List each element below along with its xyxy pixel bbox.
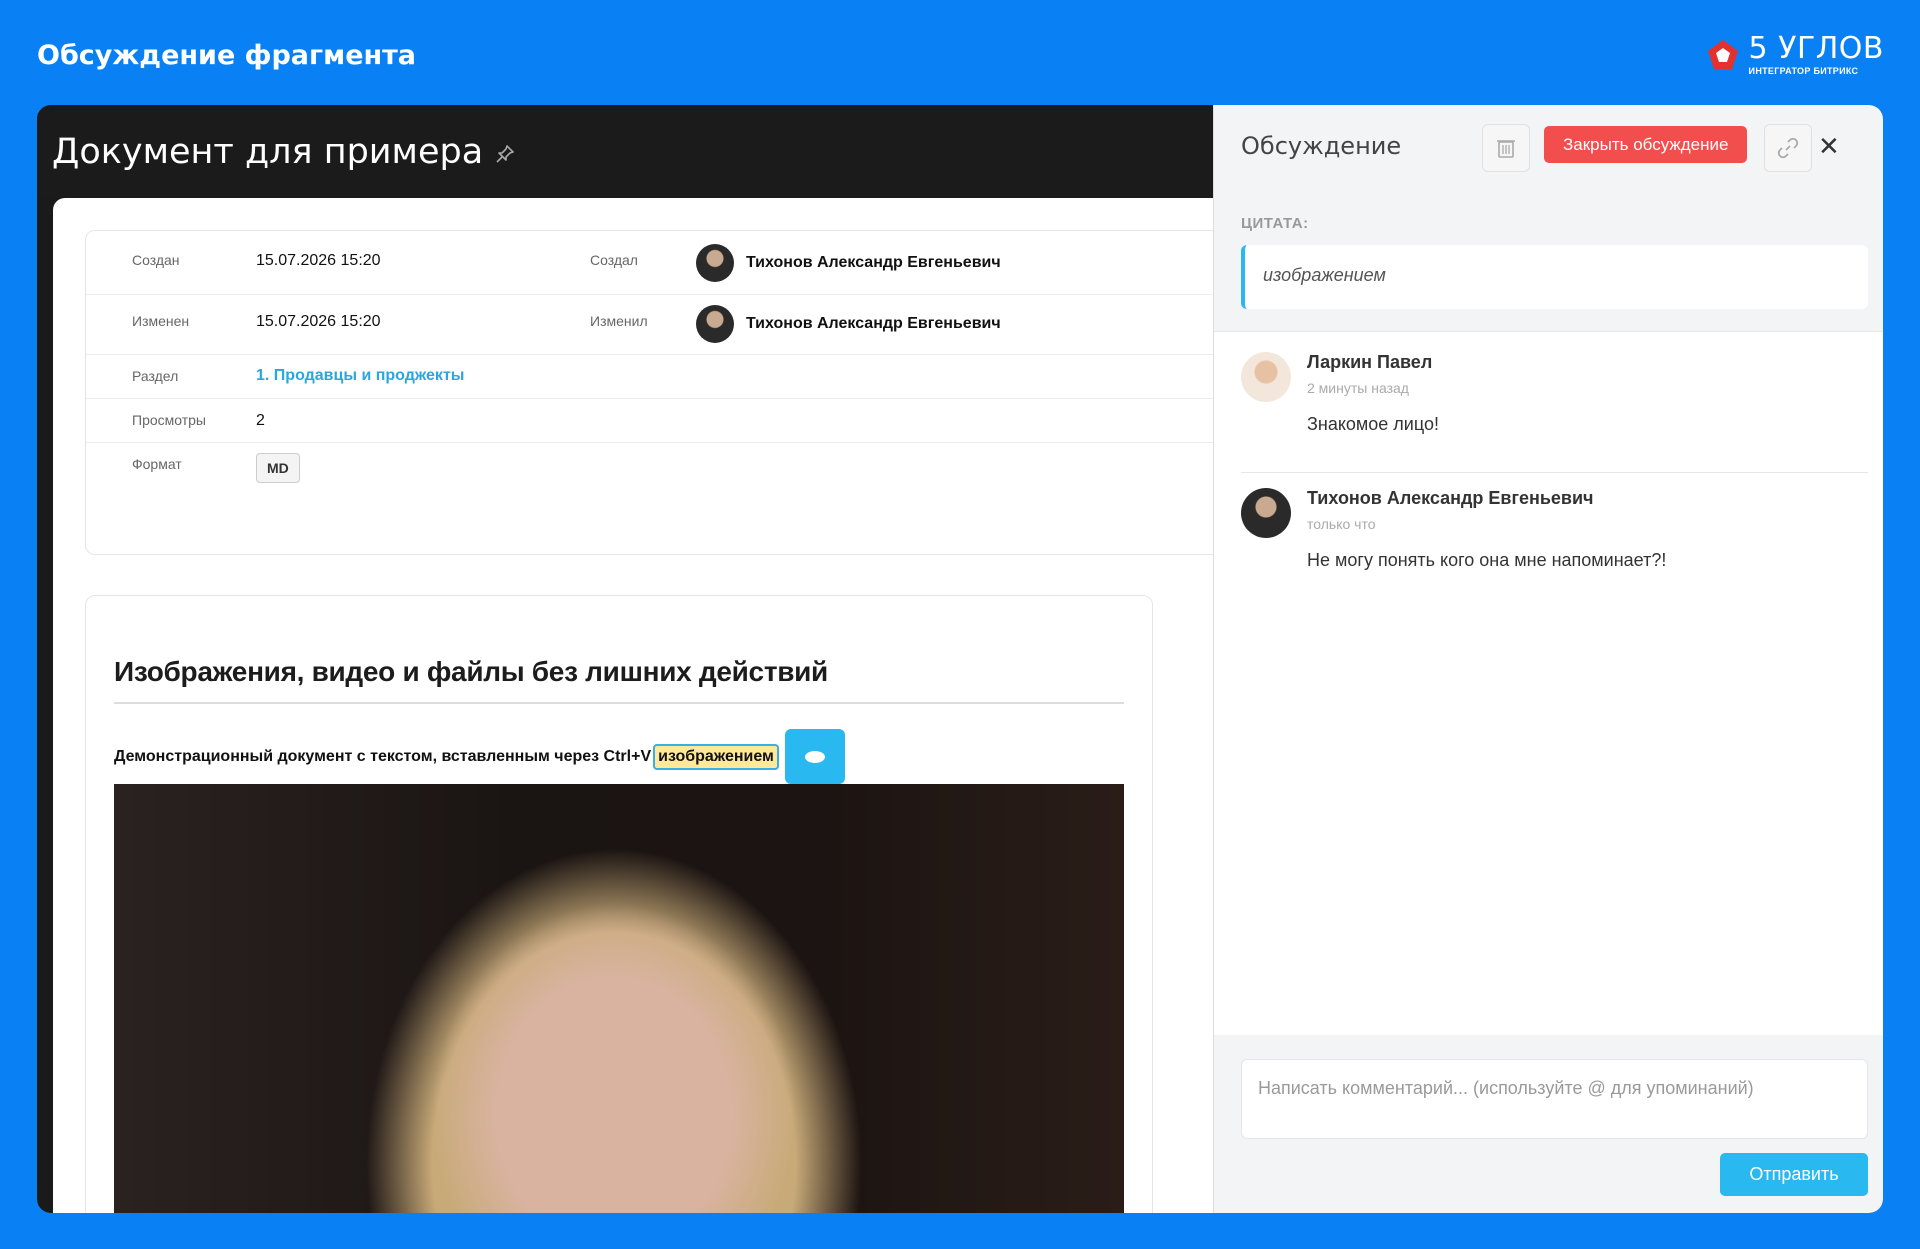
discussion-title: Обсуждение bbox=[1241, 132, 1402, 160]
add-comment-button[interactable] bbox=[784, 729, 845, 784]
discussion-panel: Обсуждение Закрыть обсуждение ✕ ЦИТАТА: … bbox=[1213, 105, 1883, 1213]
app-window: Документ для примера Создан 15.07.2026 1… bbox=[37, 105, 1883, 1213]
send-button[interactable]: Отправить bbox=[1720, 1153, 1868, 1196]
pin-icon[interactable] bbox=[495, 144, 515, 164]
pentagon-logo-icon bbox=[1707, 40, 1738, 69]
avatar bbox=[696, 244, 734, 282]
document-meta: Создан 15.07.2026 15:20 Создал Тихонов А… bbox=[85, 230, 1225, 555]
document-title: Документ для примера bbox=[52, 131, 484, 172]
comment-item: Ларкин Павел 2 минуты назад Знакомое лиц… bbox=[1241, 352, 1868, 462]
comment-author[interactable]: Тихонов Александр Евгеньевич bbox=[1307, 488, 1594, 509]
brand-subtitle: ИНТЕГРАТОР БИТРИКС bbox=[1748, 66, 1859, 76]
meta-row-views: Просмотры 2 bbox=[86, 399, 1225, 443]
views-label: Просмотры bbox=[132, 412, 206, 428]
created-by-user[interactable]: Тихонов Александр Евгеньевич bbox=[696, 244, 1001, 282]
quote-label: ЦИТАТА: bbox=[1241, 215, 1309, 232]
copy-link-button[interactable] bbox=[1764, 124, 1812, 172]
document-header: Документ для примера bbox=[37, 105, 1213, 198]
created-by-name: Тихонов Александр Евгеньевич bbox=[746, 254, 1001, 271]
document-content: Изображения, видео и файлы без лишних де… bbox=[85, 595, 1153, 1213]
trash-icon bbox=[1497, 140, 1515, 158]
brand-logo: 5 УГЛОВ ИНТЕГРАТОР БИТРИКС bbox=[1705, 34, 1884, 76]
close-panel-icon[interactable]: ✕ bbox=[1818, 131, 1840, 162]
highlighted-fragment[interactable]: изображением bbox=[653, 743, 779, 770]
delete-button[interactable] bbox=[1482, 124, 1530, 172]
avatar bbox=[696, 305, 734, 343]
document-body: Создан 15.07.2026 15:20 Создал Тихонов А… bbox=[53, 198, 1225, 1213]
comment-author[interactable]: Ларкин Павел bbox=[1307, 352, 1432, 373]
section-link[interactable]: 1. Продавцы и проджекты bbox=[256, 367, 464, 385]
close-discussion-button[interactable]: Закрыть обсуждение bbox=[1544, 126, 1748, 163]
comment-text: Знакомое лицо! bbox=[1307, 414, 1439, 434]
comment-item: Тихонов Александр Евгеньевич только что … bbox=[1241, 488, 1868, 598]
meta-row-modified: Изменен 15.07.2026 15:20 Изменил Тихонов… bbox=[86, 295, 1225, 355]
comment-text: Не могу понять кого она мне напоминает?! bbox=[1307, 550, 1667, 570]
comment-time: 2 минуты назад bbox=[1307, 380, 1409, 396]
modified-label: Изменен bbox=[132, 313, 190, 329]
modified-by-name: Тихонов Александр Евгеньевич bbox=[746, 315, 1001, 332]
section-heading: Изображения, видео и файлы без лишних де… bbox=[114, 656, 1124, 704]
modified-value: 15.07.2026 15:20 bbox=[256, 313, 381, 330]
quote-box: изображением bbox=[1241, 245, 1868, 309]
link-icon bbox=[1777, 137, 1799, 159]
comment-divider bbox=[1241, 472, 1868, 473]
format-label: Формат bbox=[132, 456, 182, 472]
meta-row-format: Формат MD bbox=[86, 443, 1225, 493]
created-label: Создан bbox=[132, 252, 180, 268]
modified-by-label: Изменил bbox=[590, 313, 648, 329]
comments-list: Ларкин Павел 2 минуты назад Знакомое лиц… bbox=[1214, 331, 1883, 1035]
comment-time: только что bbox=[1307, 516, 1376, 532]
modified-by-user[interactable]: Тихонов Александр Евгеньевич bbox=[696, 305, 1001, 343]
views-value: 2 bbox=[256, 412, 265, 429]
comment-bubble-icon bbox=[804, 750, 825, 763]
avatar bbox=[1241, 352, 1291, 402]
meta-row-section: Раздел 1. Продавцы и проджекты bbox=[86, 355, 1225, 399]
section-label: Раздел bbox=[132, 368, 179, 384]
banner-title: Обсуждение фрагмента bbox=[37, 40, 417, 71]
embedded-image bbox=[114, 784, 1124, 1213]
created-by-label: Создал bbox=[590, 252, 638, 268]
content-paragraph: Демонстрационный документ с текстом, вст… bbox=[114, 729, 845, 784]
comment-input[interactable]: Написать комментарий... (используйте @ д… bbox=[1241, 1059, 1868, 1139]
created-value: 15.07.2026 15:20 bbox=[256, 252, 381, 269]
discussion-header: Обсуждение Закрыть обсуждение ✕ bbox=[1214, 105, 1883, 191]
avatar bbox=[1241, 488, 1291, 538]
format-badge: MD bbox=[256, 453, 300, 483]
meta-row-created: Создан 15.07.2026 15:20 Создал Тихонов А… bbox=[86, 231, 1225, 295]
brand-name: 5 УГЛОВ bbox=[1748, 31, 1884, 66]
paragraph-text: Демонстрационный документ с текстом, вст… bbox=[114, 747, 652, 765]
